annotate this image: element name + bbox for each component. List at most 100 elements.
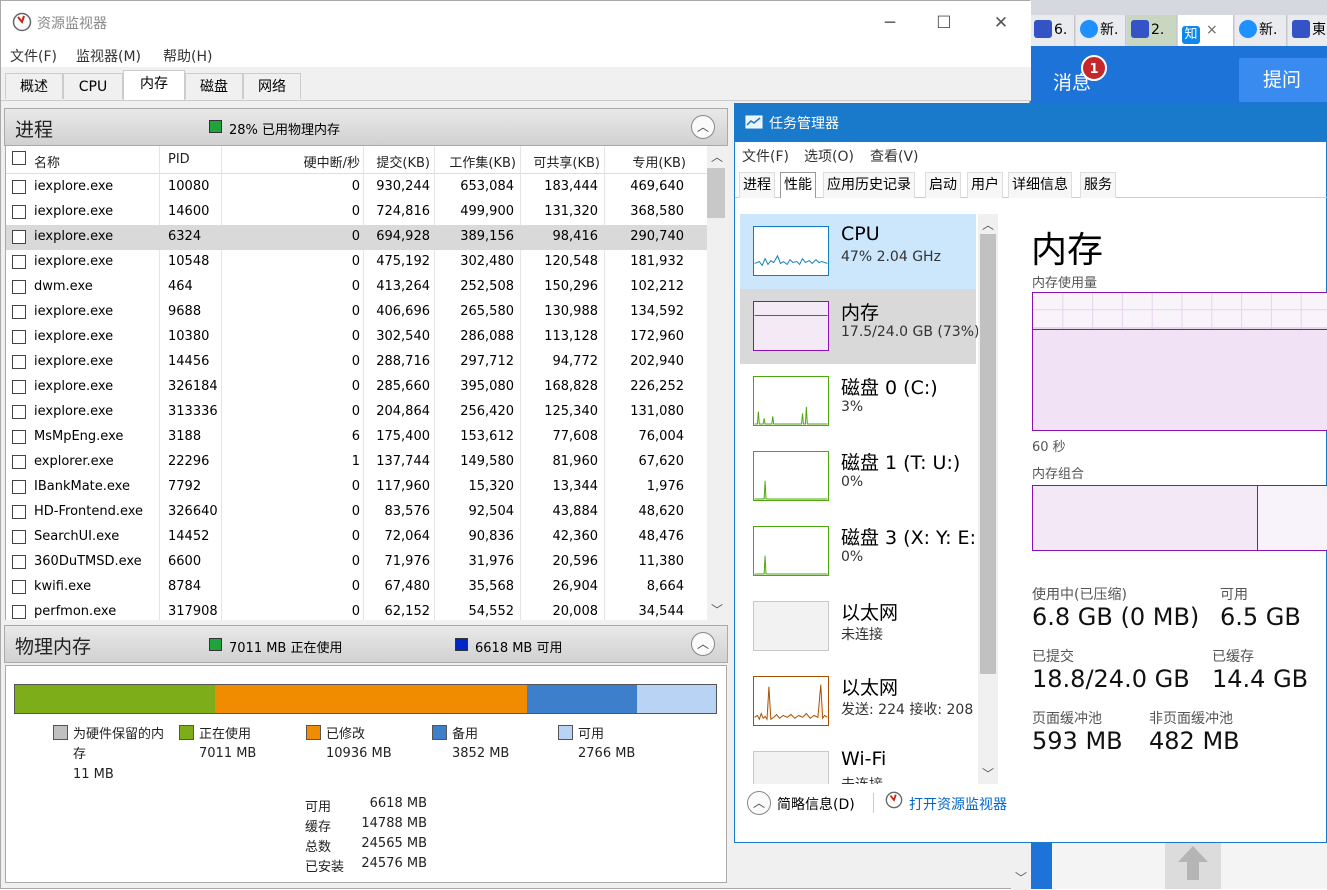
browser-tab[interactable]: 東: [1288, 15, 1327, 46]
tab-cpu[interactable]: CPU: [63, 73, 123, 99]
row-checkbox[interactable]: [12, 380, 26, 394]
tab-users[interactable]: 用户: [967, 172, 1003, 198]
tab-network[interactable]: 网络: [243, 73, 301, 99]
sidebar-item-ethernet-2[interactable]: 以太网 发送: 224 接收: 208: [740, 664, 976, 739]
menu-file[interactable]: 文件(F): [742, 146, 789, 166]
row-checkbox[interactable]: [12, 555, 26, 569]
physical-memory-section-header[interactable]: 物理内存 7011 MB 正在使用 6618 MB 可用 ︿: [4, 625, 728, 663]
sidebar-item-wifi[interactable]: Wi-Fi 未连接: [740, 739, 976, 784]
sidebar-item-disk-0[interactable]: 磁盘 0 (C:) 3%: [740, 364, 976, 439]
table-row[interactable]: iexplore.exe 10080 0 930,244 653,084 183,444 4…: [6, 175, 707, 200]
row-checkbox[interactable]: [12, 480, 26, 494]
table-row[interactable]: iexplore.exe 9688 0 406,696 265,580 130,988 13…: [6, 300, 707, 325]
sidebar-item-disk-1[interactable]: 磁盘 1 (T: U:) 0%: [740, 439, 976, 514]
minimize-button[interactable]: ─: [867, 9, 913, 37]
fewer-details-link[interactable]: 简略信息(D): [777, 794, 855, 814]
browser-tab-active[interactable]: 知 ×: [1178, 15, 1234, 46]
table-row[interactable]: HD-Frontend.exe 326640 0 83,576 92,504 43,884…: [6, 500, 707, 525]
ask-question-button[interactable]: 提问: [1239, 58, 1327, 102]
table-row[interactable]: iexplore.exe 313336 0 204,864 256,420 125,340…: [6, 400, 707, 425]
close-button[interactable]: ✕: [978, 9, 1024, 37]
row-checkbox[interactable]: [12, 530, 26, 544]
row-checkbox[interactable]: [12, 255, 26, 269]
task-manager-window: 任务管理器 文件(F) 选项(O) 查看(V) 进程 性能 应用历史记录 启动 …: [734, 103, 1327, 843]
fewer-details-icon[interactable]: ︿: [747, 791, 771, 815]
row-checkbox[interactable]: [12, 355, 26, 369]
table-row[interactable]: MsMpEng.exe 3188 6 175,400 153,612 77,608 76,0…: [6, 425, 707, 450]
column-header-hard-faults[interactable]: 硬中断/秒: [270, 152, 360, 171]
menu-help[interactable]: 帮助(H): [163, 46, 212, 66]
sidebar-item-cpu[interactable]: CPU 47% 2.04 GHz: [740, 214, 976, 289]
row-checkbox[interactable]: [12, 330, 26, 344]
row-checkbox[interactable]: [12, 180, 26, 194]
scrollbar-thumb[interactable]: [980, 234, 996, 674]
menu-monitor[interactable]: 监视器(M): [76, 46, 141, 66]
column-header-name[interactable]: 名称: [34, 152, 60, 171]
scroll-down-icon[interactable]: ﹀: [978, 765, 998, 782]
row-checkbox[interactable]: [12, 430, 26, 444]
browser-tab[interactable]: 新.: [1235, 15, 1287, 46]
tab-app-history[interactable]: 应用历史记录: [823, 172, 915, 198]
stat-value: 482 MB: [1149, 727, 1240, 755]
table-row[interactable]: iexplore.exe 10380 0 302,540 286,088 113,128 1…: [6, 325, 707, 350]
column-header-pid[interactable]: PID: [168, 152, 190, 167]
tab-startup[interactable]: 启动: [925, 172, 961, 198]
row-checkbox[interactable]: [12, 605, 26, 619]
processes-section-header[interactable]: 进程 28% 已用物理内存 ︿: [4, 108, 728, 146]
sidebar-item-disk-3[interactable]: 磁盘 3 (X: Y: E: 0%: [740, 514, 976, 589]
row-checkbox[interactable]: [12, 280, 26, 294]
scroll-down-icon[interactable]: ﹀: [1011, 869, 1031, 886]
table-row[interactable]: IBankMate.exe 7792 0 117,960 15,320 13,344 1,9…: [6, 475, 707, 500]
legend-swatch: [558, 725, 573, 740]
table-row[interactable]: SearchUI.exe 14452 0 72,064 90,836 42,360 48,4…: [6, 525, 707, 550]
column-header-commit[interactable]: 提交(KB): [368, 152, 430, 171]
select-all-checkbox[interactable]: [12, 151, 26, 165]
table-row[interactable]: kwifi.exe 8784 0 67,480 35,568 26,904 8,664: [6, 575, 707, 600]
row-checkbox[interactable]: [12, 455, 26, 469]
table-row[interactable]: iexplore.exe 14600 0 724,816 499,900 131,320 3…: [6, 200, 707, 225]
menu-options[interactable]: 选项(O): [804, 146, 854, 166]
collapse-icon[interactable]: ︿: [691, 632, 715, 656]
column-header-working-set[interactable]: 工作集(KB): [436, 152, 516, 171]
table-row[interactable]: iexplore.exe 10548 0 475,192 302,480 120,548 1…: [6, 250, 707, 275]
browser-tab[interactable]: 新.: [1076, 15, 1126, 46]
table-row[interactable]: iexplore.exe 6324 0 694,928 389,156 98,416 290…: [6, 225, 707, 250]
table-row[interactable]: 360DuTMSD.exe 6600 0 71,976 31,976 20,596 11,3…: [6, 550, 707, 575]
sidebar-item-memory[interactable]: 内存 17.5/24.0 GB (73%): [740, 289, 979, 364]
menu-view[interactable]: 查看(V): [870, 146, 919, 166]
open-resource-monitor-link[interactable]: 打开资源监视器: [909, 794, 1007, 814]
scroll-up-icon[interactable]: ︿: [707, 148, 727, 165]
table-row[interactable]: explorer.exe 22296 1 137,744 149,580 81,960 67…: [6, 450, 707, 475]
sidebar-item-ethernet[interactable]: 以太网 未连接: [740, 589, 976, 664]
commit-kb: 175,400: [376, 429, 430, 444]
tab-performance[interactable]: 性能: [780, 172, 816, 198]
maximize-button[interactable]: ☐: [921, 9, 967, 37]
row-checkbox[interactable]: [12, 305, 26, 319]
resmon-app-icon: [12, 12, 32, 32]
table-row[interactable]: iexplore.exe 326184 0 285,660 395,080 168,828…: [6, 375, 707, 400]
column-header-private[interactable]: 专用(KB): [606, 152, 686, 171]
tab-memory[interactable]: 内存: [123, 70, 185, 100]
row-checkbox[interactable]: [12, 205, 26, 219]
row-checkbox[interactable]: [12, 405, 26, 419]
tab-details[interactable]: 详细信息: [1008, 172, 1072, 198]
scroll-down-icon[interactable]: ﹀: [707, 601, 727, 618]
close-icon[interactable]: ×: [1206, 22, 1218, 38]
collapse-icon[interactable]: ︿: [691, 115, 715, 139]
scroll-up-icon[interactable]: ︿: [978, 216, 998, 233]
tab-services[interactable]: 服务: [1080, 172, 1116, 198]
tab-overview[interactable]: 概述: [5, 73, 63, 99]
menu-file[interactable]: 文件(F): [10, 46, 57, 66]
row-checkbox[interactable]: [12, 230, 26, 244]
column-header-shareable[interactable]: 可共享(KB): [518, 152, 600, 171]
table-row[interactable]: perfmon.exe 317908 0 62,152 54,552 20,008 34,5…: [6, 600, 707, 620]
table-row[interactable]: dwm.exe 464 0 413,264 252,508 150,296 102,212: [6, 275, 707, 300]
table-row[interactable]: iexplore.exe 14456 0 288,716 297,712 94,772 20…: [6, 350, 707, 375]
tab-disk[interactable]: 磁盘: [185, 73, 243, 99]
browser-tab[interactable]: 6.: [1030, 15, 1075, 46]
row-checkbox[interactable]: [12, 505, 26, 519]
scrollbar-thumb[interactable]: [707, 168, 725, 218]
browser-tab[interactable]: 2.: [1127, 15, 1177, 46]
row-checkbox[interactable]: [12, 580, 26, 594]
tab-processes[interactable]: 进程: [739, 172, 775, 198]
